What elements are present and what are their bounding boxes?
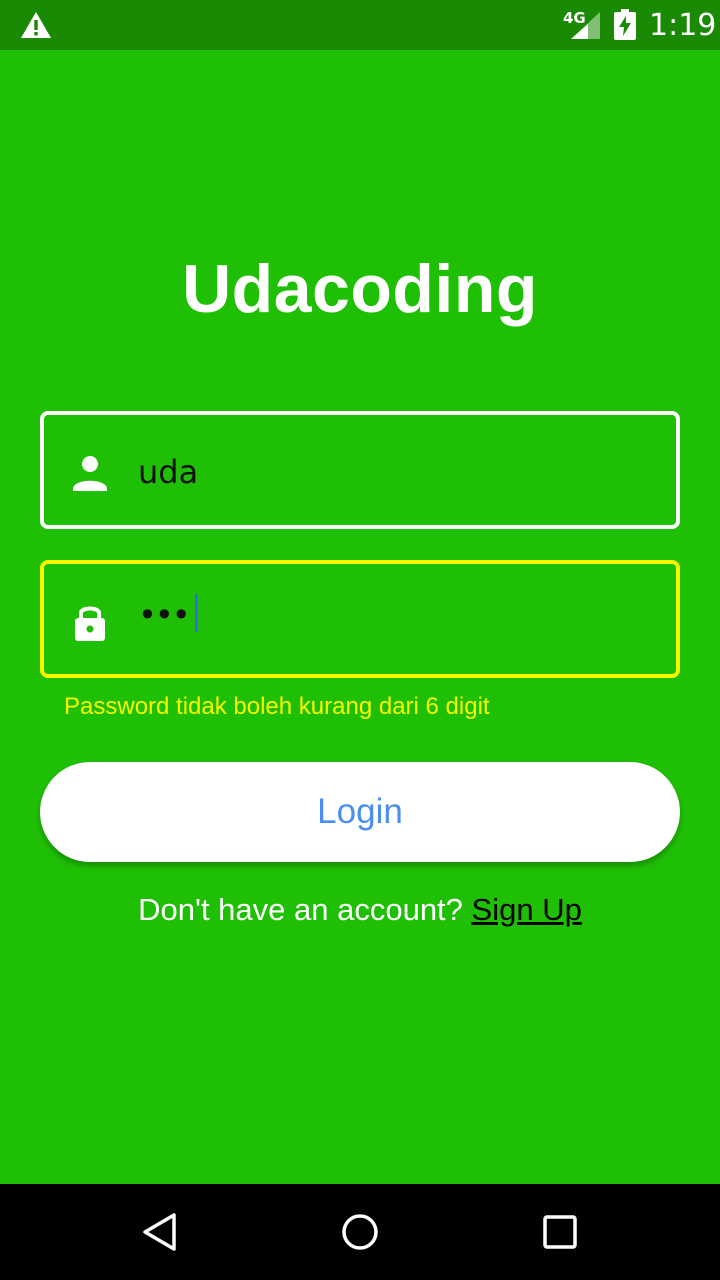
username-input-value[interactable]: uda: [138, 453, 198, 491]
username-field[interactable]: uda: [40, 411, 680, 529]
text-cursor: [194, 594, 198, 632]
battery-charging-icon: [614, 9, 636, 40]
password-error-message: Password tidak boleh kurang dari 6 digit: [64, 693, 490, 720]
navigation-bar: [0, 1184, 720, 1280]
home-icon[interactable]: [340, 1212, 380, 1252]
warning-icon: [21, 12, 51, 38]
password-field[interactable]: •••: [40, 560, 680, 678]
signup-link[interactable]: Sign Up: [472, 892, 582, 927]
person-icon: [73, 456, 107, 491]
recent-apps-icon[interactable]: [540, 1212, 580, 1252]
clock: 1:19: [649, 8, 717, 43]
status-bar: 4G 1:19: [0, 0, 720, 50]
app-title: Udacoding: [182, 251, 538, 327]
signal-icon: [571, 12, 600, 39]
password-input-value[interactable]: •••: [138, 594, 198, 636]
signup-prompt-row: Don't have an account? Sign Up: [0, 892, 720, 928]
password-dots: •••: [138, 596, 191, 634]
signup-prompt-text: Don't have an account?: [138, 892, 472, 927]
login-button[interactable]: Login: [40, 762, 680, 862]
back-icon[interactable]: [140, 1212, 180, 1252]
lock-icon: [75, 606, 105, 641]
